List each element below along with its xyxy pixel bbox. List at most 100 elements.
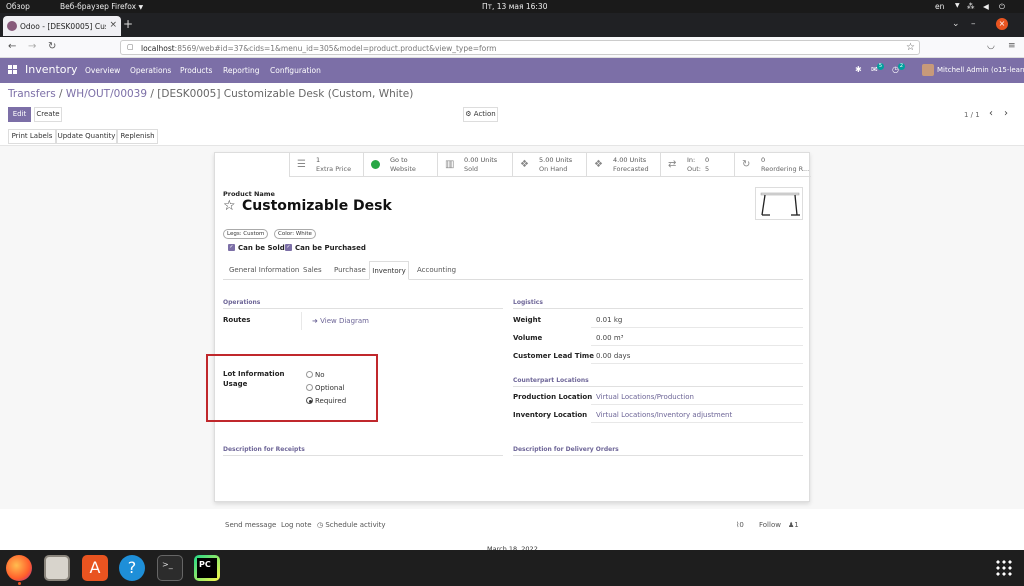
messages-badge: 5 — [877, 63, 884, 70]
pager-next-icon[interactable]: › — [1004, 108, 1008, 119]
stat-on-hand[interactable]: ❖ 5.00 Units On Hand — [512, 153, 586, 177]
description-receipts-field[interactable] — [223, 455, 503, 456]
tab-inventory[interactable]: Inventory — [369, 261, 409, 280]
browser-tab[interactable]: Odoo - [DESK0005] Customizable Desk × — [3, 16, 121, 36]
network-icon[interactable]: ⁂ — [967, 2, 975, 11]
attachments-button[interactable]: ⌇0 — [736, 521, 744, 529]
view-diagram-link[interactable]: ➜ View Diagram — [312, 317, 369, 325]
pager-value[interactable]: 1 / 1 — [964, 111, 980, 119]
tab-general-information[interactable]: General Information — [229, 261, 299, 280]
menu-reporting[interactable]: Reporting — [223, 66, 259, 75]
volume-underline — [591, 345, 803, 346]
menu-overview[interactable]: Overview — [85, 66, 120, 75]
tab-purchase[interactable]: Purchase — [334, 261, 366, 280]
app-menu-icon[interactable]: ≡ — [1008, 41, 1016, 51]
routes-label: Routes — [223, 316, 251, 324]
logistics-divider — [513, 308, 803, 309]
show-applications-icon[interactable] — [995, 559, 1013, 577]
pager-previous-icon[interactable]: ‹ — [989, 108, 993, 119]
tab-list-chevron-icon[interactable]: ⌄ — [952, 19, 960, 29]
globe-icon — [371, 160, 380, 169]
activity-badge: 2 — [898, 63, 905, 70]
menu-products[interactable]: Products — [180, 66, 212, 75]
user-menu[interactable]: Mitchell Admin (o15-learn) — [937, 66, 1024, 74]
inventory-location-underline — [591, 422, 803, 423]
description-delivery-field[interactable] — [513, 455, 803, 456]
page-info-icon[interactable]: ▢ — [127, 43, 134, 51]
minimize-icon[interactable]: – — [971, 19, 976, 29]
reload-icon[interactable]: ↻ — [48, 41, 56, 52]
clock[interactable]: Пт, 13 мая 16:30 — [482, 2, 547, 11]
stat-in-out[interactable]: ⇄ In: 0 Out: 5 — [660, 153, 734, 177]
menu-configuration[interactable]: Configuration — [270, 66, 321, 75]
breadcrumb-picking[interactable]: WH/OUT/00039 — [66, 88, 147, 100]
url-text[interactable]: localhost:8569/web#id=37&cids=1&menu_id=… — [141, 44, 496, 53]
back-icon[interactable]: ← — [8, 41, 16, 52]
logistics-section-title: Logistics — [513, 299, 543, 306]
stat-forecasted[interactable]: ❖ 4.00 Units Forecasted — [586, 153, 660, 177]
odoo-main-navbar: Inventory Overview Operations Products R… — [0, 58, 1024, 83]
followers-button[interactable]: ♟1 — [788, 521, 799, 529]
volume-icon[interactable]: ◀ — [983, 2, 989, 11]
chevron-down-icon: ▼ — [138, 4, 144, 11]
print-labels-button[interactable]: Print Labels — [8, 129, 56, 144]
customer-lead-time-label: Customer Lead Time — [513, 352, 594, 360]
create-button[interactable]: Create — [34, 107, 62, 122]
exchange-icon: ⇄ — [668, 159, 677, 170]
chart-icon: ▥ — [445, 159, 455, 170]
send-message-button[interactable]: Send message — [225, 521, 276, 529]
chatter: Send message Log note ◷ Schedule activit… — [0, 509, 1024, 553]
close-tab-icon[interactable]: × — [109, 20, 117, 30]
inventory-location-value[interactable]: Virtual Locations/Inventory adjustment — [596, 411, 732, 419]
stat-sold[interactable]: ▥ 0.00 Units Sold — [437, 153, 512, 177]
favorite-star-icon[interactable]: ☆ — [223, 198, 236, 214]
power-icon[interactable]: ⏻ — [999, 2, 1005, 12]
apps-menu-icon[interactable] — [8, 65, 17, 74]
url-bar[interactable]: ▢ localhost:8569/web#id=37&cids=1&menu_i… — [120, 40, 920, 55]
bookmark-star-icon[interactable]: ☆ — [906, 42, 915, 53]
terminal-icon[interactable]: >_ — [157, 555, 183, 581]
volume-value: 0.00 m³ — [596, 334, 624, 342]
replenish-button[interactable]: Replenish — [117, 129, 158, 144]
product-name: Customizable Desk — [242, 198, 392, 214]
stat-reordering-rules[interactable]: ↻ 0 Reordering R... — [734, 153, 811, 177]
pycharm-icon[interactable]: PC — [194, 555, 220, 581]
action-button[interactable]: ⚙ Action — [463, 107, 498, 122]
variant-tag-legs: Legs: Custom — [223, 229, 269, 239]
menu-operations[interactable]: Operations — [130, 66, 171, 75]
odoo-favicon-icon — [7, 21, 17, 31]
forward-icon[interactable]: → — [28, 41, 36, 52]
app-brand[interactable]: Inventory — [25, 63, 78, 76]
new-tab-icon[interactable]: + — [123, 17, 133, 31]
activities-button[interactable]: Обзор — [6, 2, 30, 11]
schedule-activity-button[interactable]: ◷ Schedule activity — [317, 521, 386, 529]
tab-accounting[interactable]: Accounting — [417, 261, 456, 280]
follow-button[interactable]: Follow — [759, 521, 781, 529]
bug-icon[interactable]: ✱ — [855, 65, 862, 74]
can-be-sold-checkbox[interactable]: ✓ — [228, 244, 235, 251]
breadcrumb: Transfers / WH/OUT/00039 / [DESK0005] Cu… — [8, 88, 413, 100]
files-icon[interactable] — [44, 555, 70, 581]
help-icon[interactable]: ? — [119, 555, 145, 581]
counterpart-section-title: Counterpart Locations — [513, 377, 589, 384]
window-close-icon[interactable]: × — [996, 18, 1008, 30]
stat-extra-price[interactable]: ☰ 1 Extra Price — [289, 153, 363, 177]
gnome-top-bar: Обзор Веб-браузер Firefox ▼ Пт, 13 мая 1… — [0, 0, 1024, 13]
product-image[interactable] — [755, 187, 803, 220]
update-quantity-button[interactable]: Update Quantity — [56, 129, 117, 144]
breadcrumb-transfers[interactable]: Transfers — [8, 88, 56, 100]
edit-button[interactable]: Edit — [8, 107, 31, 122]
software-store-icon[interactable]: A — [82, 555, 108, 581]
language-indicator[interactable]: en — [935, 2, 944, 11]
can-be-purchased-checkbox[interactable]: ✓ — [285, 244, 292, 251]
pocket-icon[interactable]: ◡ — [987, 41, 995, 51]
user-avatar[interactable] — [922, 64, 934, 76]
log-note-button[interactable]: Log note — [281, 521, 312, 529]
tab-sales[interactable]: Sales — [303, 261, 322, 280]
app-menu[interactable]: Веб-браузер Firefox ▼ — [60, 2, 143, 11]
stat-go-to-website[interactable]: Go to Website — [363, 153, 437, 177]
production-location-value[interactable]: Virtual Locations/Production — [596, 393, 694, 401]
production-location-underline — [591, 404, 803, 405]
firefox-icon[interactable] — [6, 555, 32, 581]
gear-icon: ⚙ — [465, 110, 472, 118]
